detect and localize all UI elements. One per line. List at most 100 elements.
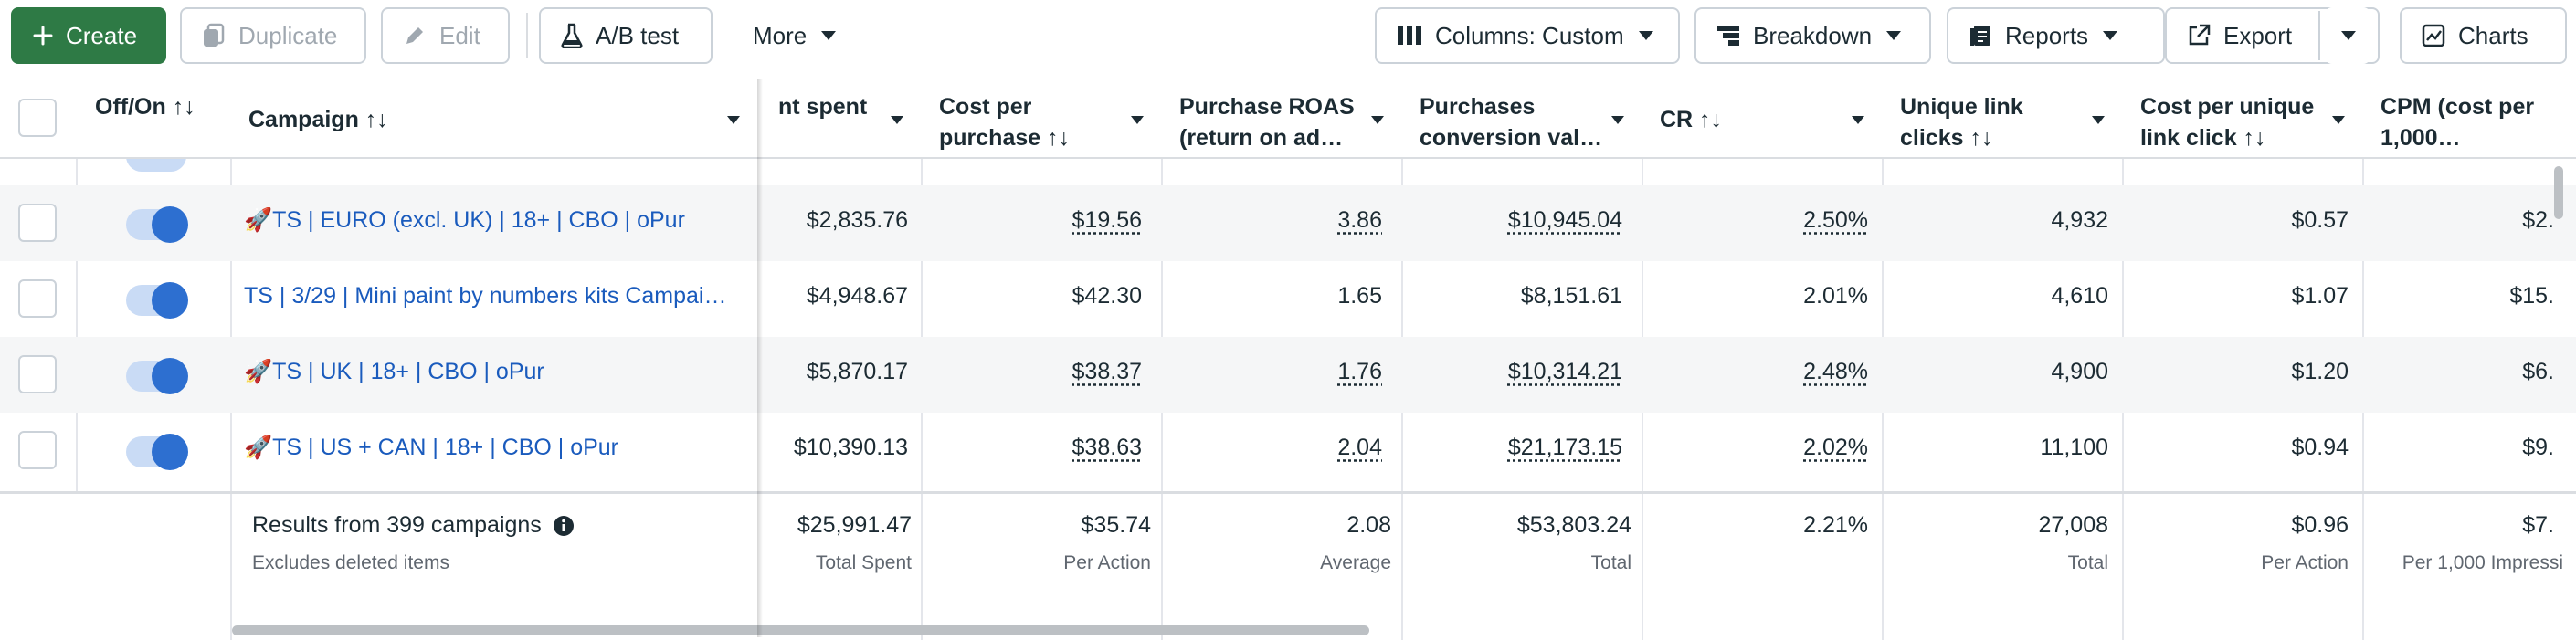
ab-test-button[interactable]: A/B test — [539, 7, 713, 64]
total-amount-spent-label: Total Spent — [815, 552, 912, 573]
export-dropdown-button[interactable] — [2325, 7, 2370, 64]
column-header-unique-link-clicks[interactable]: Unique link clicks ↑↓ — [1884, 79, 2122, 159]
caret-down-icon — [1638, 31, 1653, 40]
campaign-name-link[interactable]: 🚀TS | US + CAN | 18+ | CBO | oPur — [244, 435, 742, 461]
total-conversion-value-label: Total — [1590, 552, 1631, 573]
table-header: Off/On ↑↓ Campaign ↑↓ nt spent Cost per … — [0, 79, 2576, 159]
purchase-roas-value[interactable]: 1.76 — [1179, 359, 1382, 385]
cr-value[interactable]: 2.50% — [1660, 207, 1868, 234]
column-header-campaign[interactable]: Campaign ↑↓ — [232, 79, 757, 159]
cpm-value: $9. — [2522, 435, 2554, 460]
more-label: More — [753, 21, 808, 49]
campaign-toggle[interactable] — [126, 434, 188, 470]
cr-value[interactable]: 2.02% — [1660, 435, 1868, 461]
column-header-cr[interactable]: CR ↑↓ — [1643, 79, 1882, 159]
caret-down-icon — [891, 116, 903, 124]
campaign-toggle[interactable] — [126, 206, 188, 243]
select-all-checkbox[interactable] — [18, 99, 57, 137]
cr-value[interactable]: 2.48% — [1660, 359, 1868, 385]
total-cr: 2.21% — [1803, 512, 1868, 538]
caret-down-icon — [2341, 31, 2356, 40]
reports-button[interactable]: Reports — [1947, 7, 2165, 64]
campaign-toggle[interactable] — [126, 282, 188, 319]
amount-spent-value: $5,870.17 — [806, 359, 908, 384]
column-header-cpm[interactable]: CPM (cost per 1,000… — [2364, 79, 2576, 159]
total-cpm-label: Per 1,000 Impressi — [2402, 552, 2563, 573]
cr-value: 2.01% — [1803, 283, 1868, 309]
toolbar-divider — [526, 13, 528, 58]
conversion-value-value: $8,151.61 — [1520, 283, 1622, 309]
purchase-roas-value[interactable]: 3.86 — [1179, 207, 1382, 234]
table-row[interactable]: 🚀TS | UK | 18+ | CBO | oPur $5,870.17 $3… — [0, 337, 2576, 413]
charts-label: Charts — [2458, 21, 2528, 49]
column-header-label: Campaign ↑↓ — [248, 107, 388, 132]
caret-down-icon — [1131, 116, 1144, 124]
vertical-scrollbar-thumb[interactable] — [2554, 166, 2563, 219]
cost-per-purchase-value[interactable]: $38.63 — [939, 435, 1142, 461]
charts-button[interactable]: Charts — [2400, 7, 2567, 64]
columns-button[interactable]: Columns: Custom — [1375, 7, 1680, 64]
row-checkbox[interactable] — [18, 279, 57, 318]
totals-row: Results from 399 campaigns Excludes dele… — [0, 491, 2576, 640]
row-checkbox[interactable] — [18, 204, 57, 242]
campaign-name-link[interactable]: 🚀TS | EURO (excl. UK) | 18+ | CBO | oPur — [244, 207, 742, 234]
column-divider — [2362, 494, 2364, 640]
breakdown-button[interactable]: Breakdown — [1694, 7, 1931, 64]
results-label: Results from 399 campaigns — [252, 512, 542, 538]
column-header-purchase-roas[interactable]: Purchase ROAS (return on ad… — [1163, 79, 1401, 159]
amount-spent-value: $4,948.67 — [806, 283, 908, 309]
toggle-knob — [152, 434, 188, 470]
horizontal-scrollbar-thumb[interactable] — [232, 625, 1369, 635]
horizontal-scrollbar[interactable] — [0, 623, 2576, 637]
more-button[interactable]: More — [731, 7, 866, 64]
campaign-name-link[interactable]: TS | 3/29 | Mini paint by numbers kits C… — [244, 283, 742, 310]
column-header-label: CPM (cost per 1,000… — [2381, 94, 2535, 151]
campaign-table: 🚀TS | EURO (excl. UK) | 18+ | CBO | oPur… — [0, 79, 2576, 640]
create-button[interactable]: Create — [11, 7, 166, 64]
cost-per-purchase-value: $42.30 — [1072, 283, 1142, 309]
total-purchase-roas-label: Average — [1320, 552, 1391, 573]
cpm-value: $15. — [2509, 283, 2554, 309]
cost-per-unique-link-click-value: $0.94 — [2291, 435, 2349, 460]
total-cpm: $7. — [2522, 512, 2554, 538]
columns-label: Columns: Custom — [1435, 21, 1624, 49]
breakdown-label: Breakdown — [1753, 21, 1873, 49]
column-header-label: CR ↑↓ — [1660, 107, 1723, 132]
total-cost-per-unique-link-click-label: Per Action — [2261, 552, 2349, 573]
conversion-value-value[interactable]: $21,173.15 — [1420, 435, 1622, 461]
table-row[interactable]: TS | 3/29 | Mini paint by numbers kits C… — [0, 261, 2576, 337]
column-header-amount-spent[interactable]: nt spent — [762, 79, 921, 159]
cost-per-purchase-value[interactable]: $38.37 — [939, 359, 1142, 385]
column-header-cost-per-unique-link-click[interactable]: Cost per unique link click ↑↓ — [2124, 79, 2362, 159]
column-header-label: nt spent — [778, 94, 868, 120]
column-header-conversion-value[interactable]: Purchases conversion val… — [1403, 79, 1642, 159]
pencil-icon — [406, 27, 423, 44]
row-checkbox[interactable] — [18, 355, 57, 393]
column-header-label: Unique link clicks ↑↓ — [1900, 94, 2023, 151]
results-summary: Results from 399 campaigns — [252, 512, 575, 539]
total-cost-per-purchase: $35.74 — [1081, 512, 1151, 538]
column-header-cost-per-purchase[interactable]: Cost per purchase ↑↓ — [923, 79, 1161, 159]
duplicate-button[interactable]: Duplicate — [180, 7, 366, 64]
row-checkbox[interactable] — [18, 431, 57, 469]
export-split-divider — [2318, 11, 2320, 60]
table-row[interactable]: 🚀TS | US + CAN | 18+ | CBO | oPur $10,39… — [0, 413, 2576, 488]
duplicate-label: Duplicate — [238, 21, 338, 49]
conversion-value-value[interactable]: $10,314.21 — [1420, 359, 1622, 385]
reports-label: Reports — [2005, 21, 2089, 49]
cost-per-purchase-value[interactable]: $19.56 — [939, 207, 1142, 234]
column-header-offon[interactable]: Off/On ↑↓ — [79, 79, 230, 159]
column-header-label: Off/On ↑↓ — [95, 94, 195, 120]
toolbar: Create Duplicate Edit A/B test More Colu… — [0, 0, 2576, 73]
toggle-knob — [152, 358, 188, 394]
table-row[interactable]: 🚀TS | EURO (excl. UK) | 18+ | CBO | oPur… — [0, 185, 2576, 261]
unique-link-clicks-value: 4,900 — [2051, 359, 2108, 384]
column-divider — [1642, 494, 1643, 640]
purchase-roas-value[interactable]: 2.04 — [1179, 435, 1382, 461]
campaign-name-link[interactable]: 🚀TS | UK | 18+ | CBO | oPur — [244, 359, 742, 385]
edit-button[interactable]: Edit — [381, 7, 510, 64]
campaign-toggle[interactable] — [126, 358, 188, 394]
info-icon[interactable] — [553, 515, 575, 537]
column-divider — [1401, 494, 1403, 640]
conversion-value-value[interactable]: $10,945.04 — [1420, 207, 1622, 234]
